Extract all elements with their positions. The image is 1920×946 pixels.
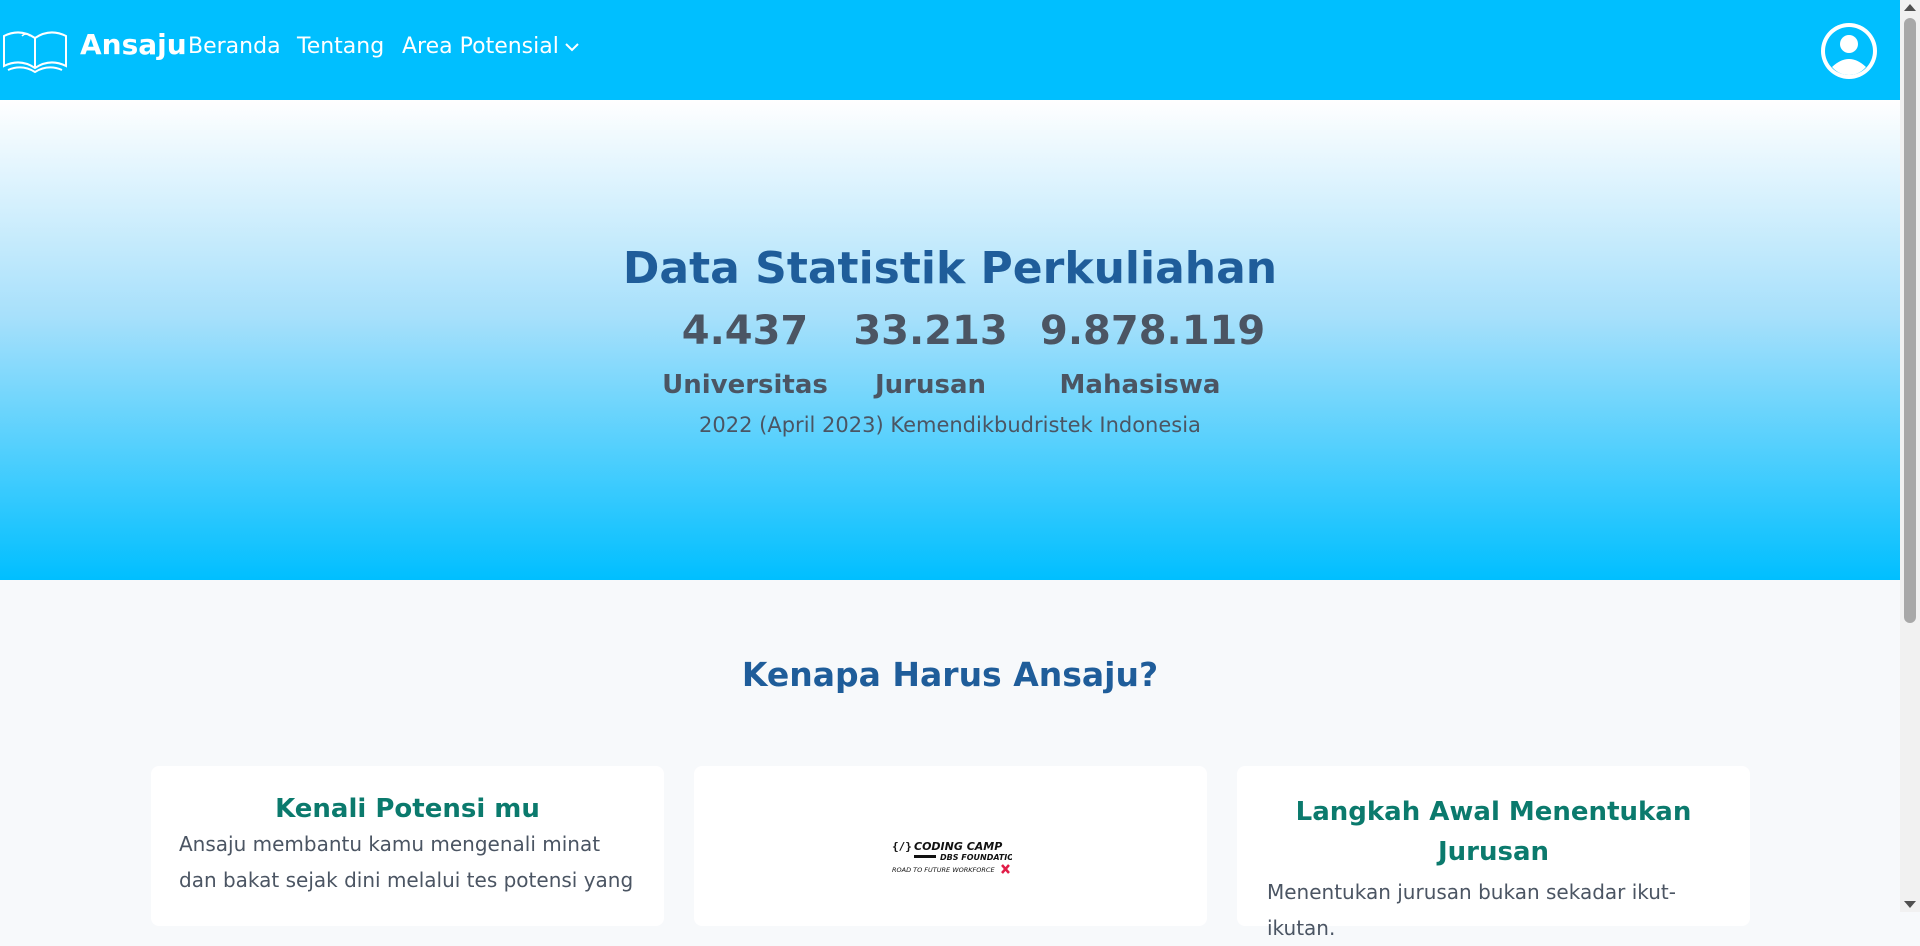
- card-title: Langkah Awal Menentukan Jurusan: [1295, 797, 1692, 867]
- stat-label-universitas: Universitas: [662, 370, 828, 400]
- section-title-why: Kenapa Harus Ansaju?: [741, 655, 1159, 694]
- svg-text:CODING CAMP: CODING CAMP: [914, 840, 1002, 853]
- stat-source: 2022 (April 2023) Kemendikbudristek Indo…: [699, 413, 1201, 437]
- vertical-scrollbar[interactable]: [1900, 0, 1920, 912]
- brand-name[interactable]: Ansaju: [80, 28, 187, 61]
- card-coding-camp: {/} CODING CAMP DBS FOUNDATION ROAD TO F…: [694, 766, 1207, 926]
- svg-text:{/}: {/}: [892, 840, 912, 853]
- nav-link-tentang[interactable]: Tentang: [297, 34, 384, 59]
- stat-value-universitas: 4.437: [681, 308, 809, 354]
- scrollbar-thumb[interactable]: [1904, 18, 1916, 623]
- stat-label-jurusan: Jurusan: [874, 370, 987, 400]
- card-text: Menentukan jurusan bukan sekadar ikut-ik…: [1267, 880, 1676, 940]
- stat-label-mahasiswa: Mahasiswa: [1059, 370, 1221, 400]
- card-kenali-potensi: Kenali Potensi mu Ansaju membantu kamu m…: [151, 766, 664, 926]
- hero-title: Data Statistik Perkuliahan: [622, 243, 1278, 294]
- nav-dropdown-label: Area Potensial: [402, 34, 559, 59]
- card-langkah-awal: Langkah Awal Menentukan Jurusan Menentuk…: [1237, 766, 1750, 940]
- coding-camp-logo: {/} CODING CAMP DBS FOUNDATION ROAD TO F…: [892, 840, 1012, 874]
- book-icon[interactable]: [0, 22, 70, 78]
- nav-dropdown-area-potensial[interactable]: Area Potensial: [402, 34, 581, 59]
- scroll-up-arrow-icon[interactable]: [1904, 4, 1916, 11]
- stat-value-jurusan: 33.213: [853, 308, 1008, 354]
- svg-text:ROAD TO FUTURE WORKFORCE: ROAD TO FUTURE WORKFORCE: [892, 866, 995, 874]
- scroll-down-arrow-icon[interactable]: [1904, 901, 1916, 908]
- navbar: Ansaju Beranda Tentang Area Potensial: [0, 0, 1900, 100]
- user-avatar-icon[interactable]: [1819, 21, 1879, 81]
- chevron-down-icon: [565, 42, 579, 51]
- nav-link-beranda[interactable]: Beranda: [188, 34, 281, 59]
- card-title: Kenali Potensi mu: [275, 794, 540, 824]
- card-text: Ansaju membantu kamu mengenali minat dan…: [179, 832, 634, 892]
- stat-value-mahasiswa: 9.878.119: [1040, 308, 1266, 354]
- svg-text:DBS FOUNDATION: DBS FOUNDATION: [940, 853, 1012, 862]
